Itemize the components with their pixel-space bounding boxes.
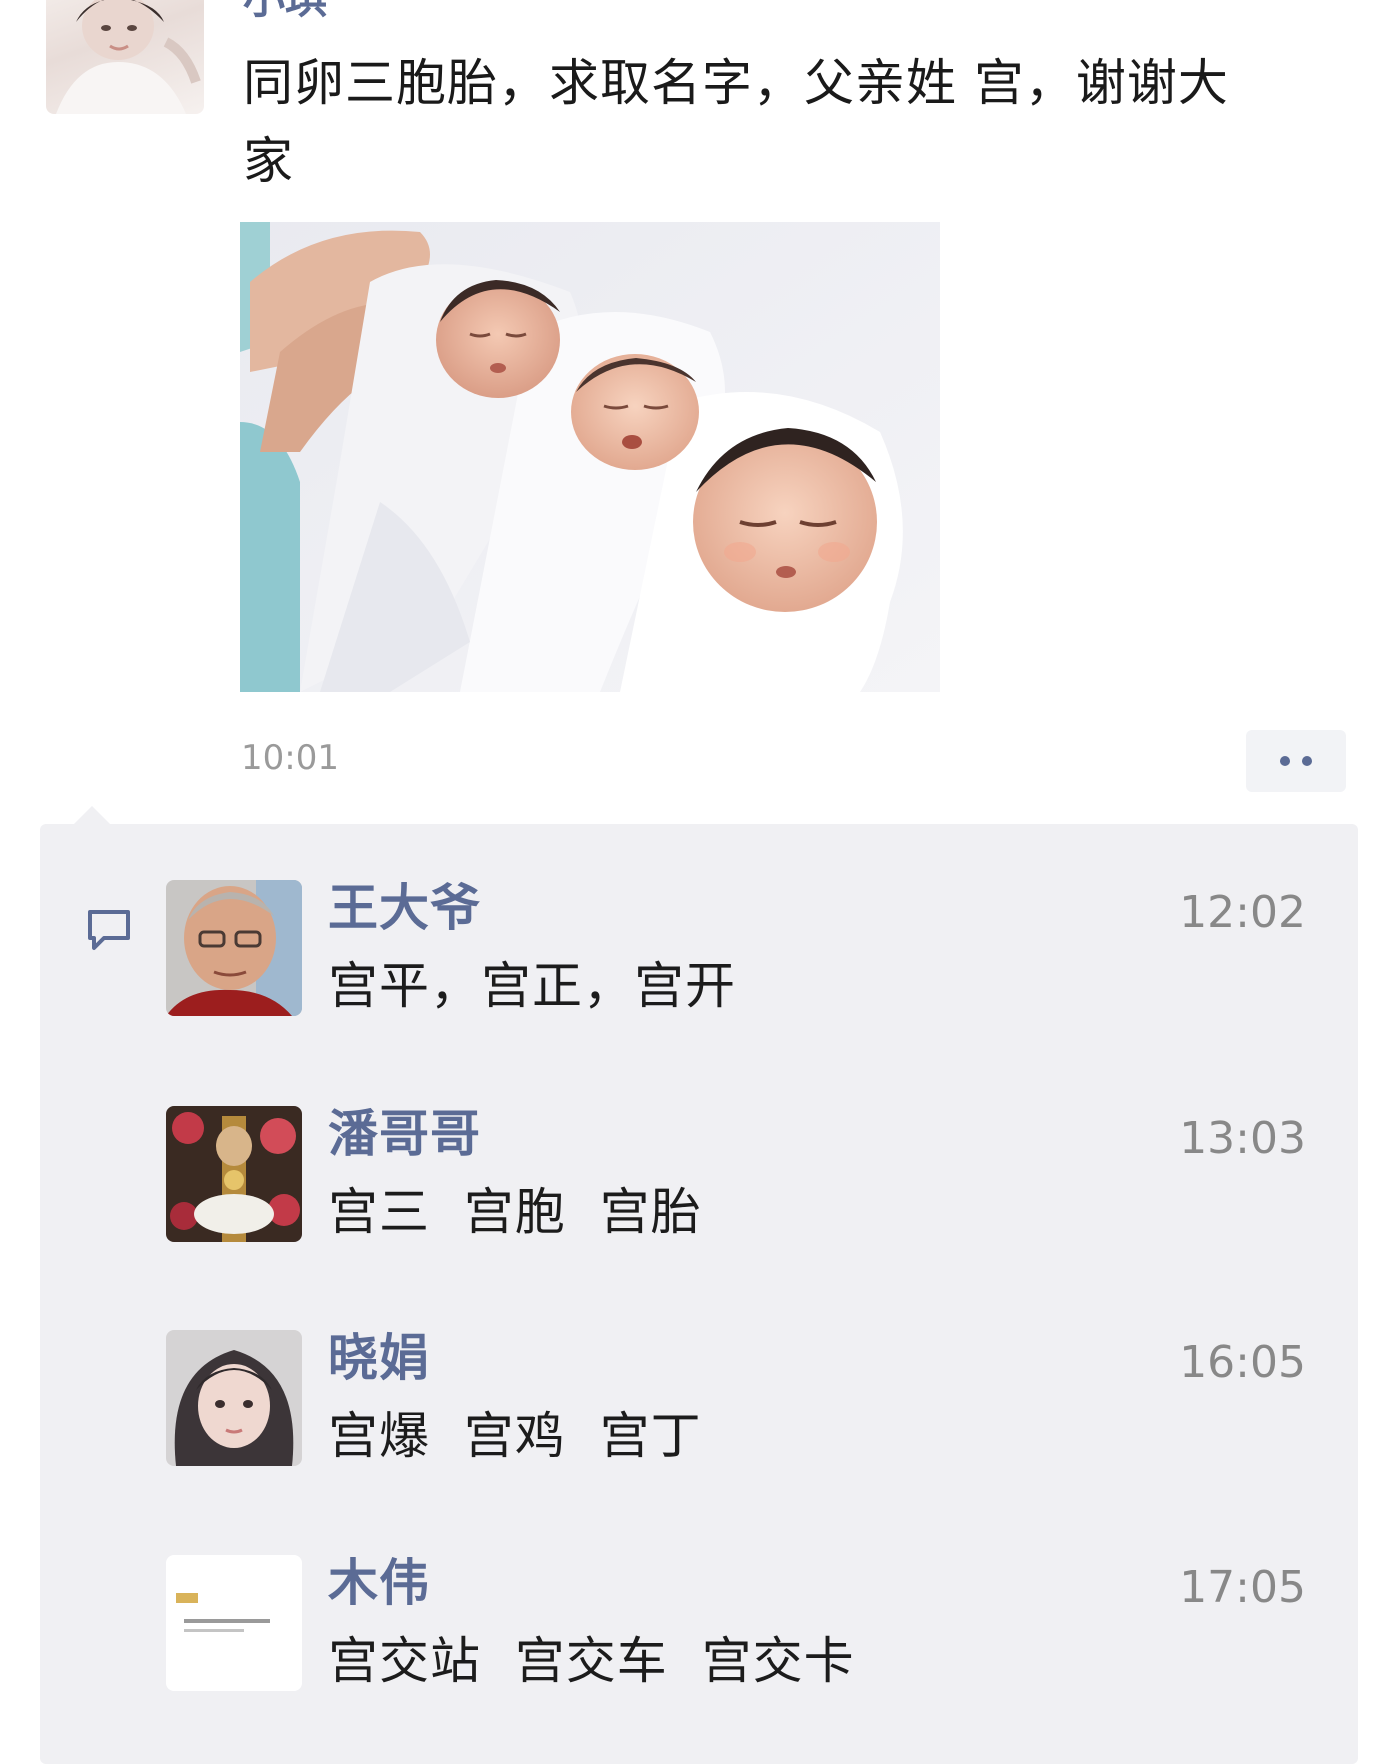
comment-time: 17:05 bbox=[1179, 1562, 1306, 1613]
avatar-photo bbox=[166, 880, 302, 1016]
comment-item: 晓娟 宫爆 宫鸡 宫丁 16:05 bbox=[166, 1328, 1306, 1470]
comment-panel-arrow bbox=[74, 806, 110, 824]
more-dots-icon bbox=[1280, 756, 1290, 766]
comment-text: 宫平，宫正，宫开 bbox=[328, 957, 736, 1015]
comment-item: 王大爷 宫平，宫正，宫开 12:02 bbox=[166, 878, 1306, 1020]
commenter-avatar[interactable] bbox=[166, 1555, 302, 1691]
commenter-name[interactable]: 木伟 bbox=[328, 1553, 430, 1613]
avatar-photo bbox=[166, 1555, 302, 1691]
comment-icon bbox=[86, 908, 132, 956]
post-text: 同卵三胞胎，求取名字，父亲姓 宫，谢谢大家 bbox=[243, 54, 1229, 190]
commenter-name[interactable]: 晓娟 bbox=[328, 1328, 430, 1388]
commenter-avatar[interactable] bbox=[166, 880, 302, 1016]
triplets-photo bbox=[240, 222, 940, 692]
avatar-photo bbox=[56, 0, 201, 114]
commenter-name[interactable]: 王大爷 bbox=[328, 878, 481, 938]
post-image[interactable] bbox=[240, 222, 940, 692]
more-actions-button[interactable] bbox=[1246, 730, 1346, 792]
post-author-avatar[interactable] bbox=[46, 0, 204, 114]
comment-text: 宫爆 宫鸡 宫丁 bbox=[328, 1407, 702, 1465]
commenter-avatar[interactable] bbox=[166, 1106, 302, 1242]
comment-item: 木伟 宫交站 宫交车 宫交卡 17:05 bbox=[166, 1553, 1306, 1695]
commenter-name[interactable]: 潘哥哥 bbox=[328, 1104, 481, 1164]
comment-text: 宫三 宫胞 宫胎 bbox=[328, 1183, 702, 1241]
comment-text: 宫交站 宫交车 宫交卡 bbox=[328, 1632, 855, 1690]
more-dots-icon bbox=[1302, 756, 1312, 766]
comment-time: 13:03 bbox=[1179, 1113, 1306, 1164]
post-time: 10:01 bbox=[241, 738, 339, 778]
avatar-photo bbox=[166, 1106, 302, 1242]
comment-time: 16:05 bbox=[1179, 1337, 1306, 1388]
commenter-avatar[interactable] bbox=[166, 1330, 302, 1466]
comment-time: 12:02 bbox=[1179, 887, 1306, 938]
post-author-name[interactable]: 小琪 bbox=[243, 0, 327, 22]
avatar-photo bbox=[166, 1330, 302, 1466]
comment-item: 潘哥哥 宫三 宫胞 宫胎 13:03 bbox=[166, 1104, 1306, 1246]
